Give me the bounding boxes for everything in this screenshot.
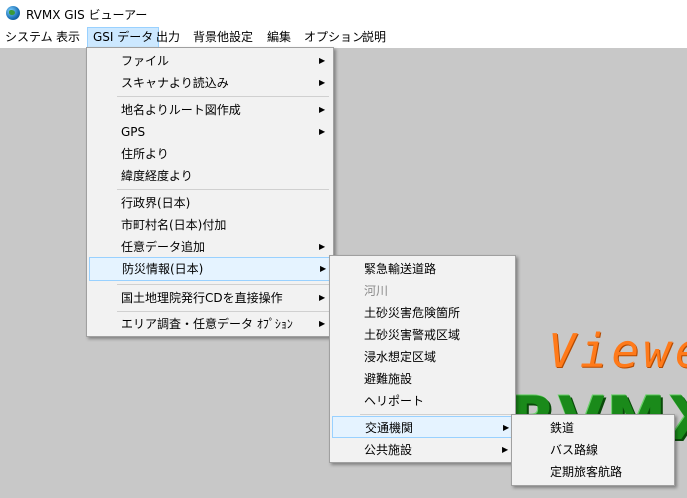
menu-edit[interactable]: 編集: [262, 27, 296, 48]
menu-background-settings[interactable]: 背景他設定: [188, 27, 258, 48]
menu-item-landslide-warning[interactable]: 土砂災害警戒区域: [330, 324, 515, 346]
title-bar: RVMX GIS ビューアー: [0, 0, 687, 27]
menu-bar: システム 表示 GSI データ 出力 背景他設定 編集 オプション 説明: [0, 27, 687, 48]
menu-item-railway[interactable]: 鉄道: [512, 417, 674, 439]
window-title: RVMX GIS ビューアー: [26, 8, 148, 22]
menu-item-gps[interactable]: GPS ▶: [87, 121, 333, 143]
menu-item-municipality-name[interactable]: 市町村名(日本)付加: [87, 214, 333, 236]
menu-view[interactable]: 表示: [51, 27, 85, 48]
menu-item-public-facilities[interactable]: 公共施設 ▶: [330, 439, 515, 461]
menu-separator: [117, 189, 329, 190]
menu-item-landslide-danger[interactable]: 土砂災害危険箇所: [330, 302, 515, 324]
menu-separator: [360, 414, 511, 415]
menu-item-disaster-info[interactable]: 防災情報(日本) ▶: [89, 257, 331, 281]
menu-help[interactable]: 説明: [357, 27, 391, 48]
submenu-arrow-icon: ▶: [502, 445, 509, 454]
transport-submenu: 鉄道 バス路線 定期旅客航路: [511, 414, 675, 486]
menu-item-from-address[interactable]: 住所より: [87, 143, 333, 165]
menu-item-file[interactable]: ファイル ▶: [87, 50, 333, 72]
menu-item-admin-boundary[interactable]: 行政界(日本): [87, 192, 333, 214]
submenu-arrow-icon: ▶: [319, 242, 326, 251]
disaster-info-submenu: 緊急輸送道路 河川 土砂災害危険箇所 土砂災害警戒区域 浸水想定区域 避難施設 …: [329, 255, 516, 463]
submenu-arrow-icon: ▶: [319, 293, 326, 302]
menu-item-evacuation-facilities[interactable]: 避難施設: [330, 368, 515, 390]
globe-icon: [6, 6, 20, 20]
menu-item-scanner-import[interactable]: スキャナより読込み ▶: [87, 72, 333, 94]
menu-item-heliport[interactable]: ヘリポート: [330, 390, 515, 412]
menu-separator: [117, 311, 329, 312]
menu-item-ferry-routes[interactable]: 定期旅客航路: [512, 461, 674, 483]
menu-gsi-data[interactable]: GSI データ: [87, 27, 160, 48]
gsi-data-dropdown: ファイル ▶ スキャナより読込み ▶ 地名よりルート図作成 ▶ GPS ▶ 住所…: [86, 47, 334, 337]
menu-separator: [117, 284, 329, 285]
menu-item-route-from-place[interactable]: 地名よりルート図作成 ▶: [87, 99, 333, 121]
menu-item-from-latlon[interactable]: 緯度経度より: [87, 165, 333, 187]
menu-item-bus-routes[interactable]: バス路線: [512, 439, 674, 461]
menu-system[interactable]: システム: [0, 27, 58, 48]
menu-separator: [117, 96, 329, 97]
submenu-arrow-icon: ▶: [319, 56, 326, 65]
submenu-arrow-icon: ▶: [319, 105, 326, 114]
menu-item-transport[interactable]: 交通機関 ▶: [332, 416, 513, 438]
menu-item-area-survey-options[interactable]: エリア調査・任意データ ｵﾌﾟｼｮﾝ ▶: [87, 313, 333, 335]
submenu-arrow-icon: ▶: [319, 78, 326, 87]
viewer-logo-text: Viewe: [548, 324, 687, 378]
menu-item-flood-area[interactable]: 浸水想定区域: [330, 346, 515, 368]
menu-item-rivers[interactable]: 河川: [330, 280, 515, 302]
submenu-arrow-icon: ▶: [319, 127, 326, 136]
menu-item-emergency-roads[interactable]: 緊急輸送道路: [330, 258, 515, 280]
submenu-arrow-icon: ▶: [503, 423, 510, 432]
submenu-arrow-icon: ▶: [319, 319, 326, 328]
menu-item-add-custom-data[interactable]: 任意データ追加 ▶: [87, 236, 333, 258]
submenu-arrow-icon: ▶: [320, 264, 327, 273]
menu-item-gsi-cd-direct[interactable]: 国土地理院発行CDを直接操作 ▶: [87, 287, 333, 309]
menu-output[interactable]: 出力: [151, 27, 185, 48]
